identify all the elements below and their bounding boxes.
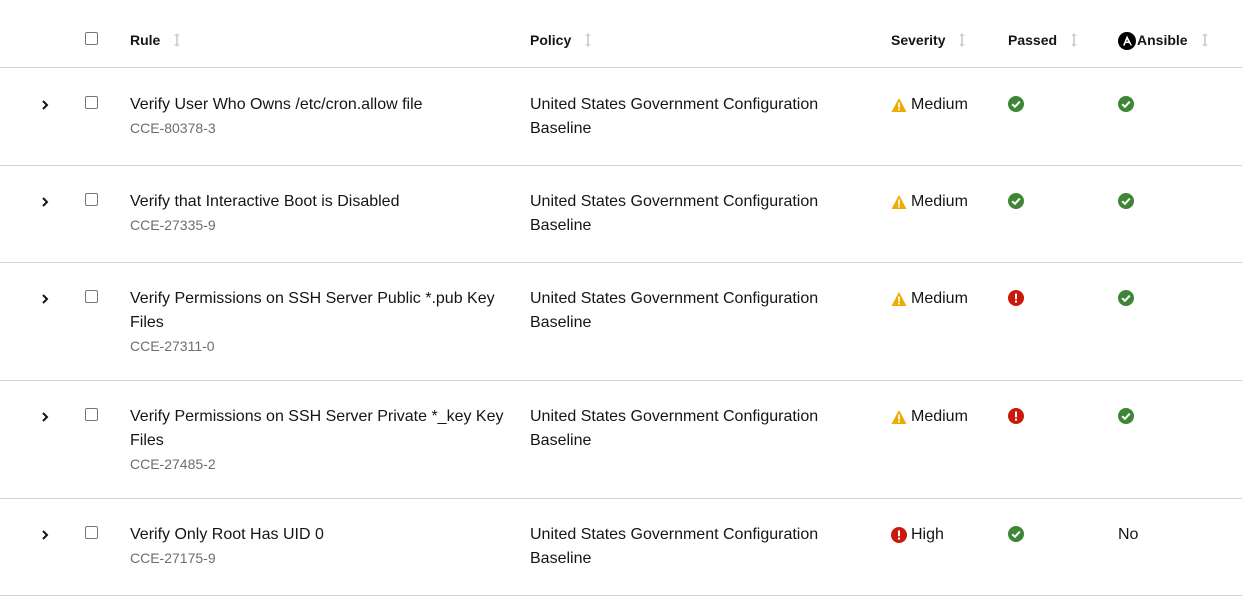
row-checkbox[interactable] (85, 193, 98, 206)
sort-icon[interactable] (172, 32, 182, 48)
policy-name: United States Government Configuration B… (530, 96, 819, 137)
column-header-rule-label: Rule (130, 32, 161, 48)
rule-id: CCE-27311-0 (130, 338, 215, 354)
severity-cell: Medium (891, 405, 968, 429)
column-header-policy-label: Policy (530, 32, 572, 48)
column-header-policy[interactable]: Policy (530, 32, 593, 48)
severity-label: Medium (911, 96, 968, 113)
severity-cell: Medium (891, 287, 968, 311)
severity-cell: Medium (891, 190, 968, 214)
column-header-passed[interactable]: Passed (1008, 32, 1079, 48)
chevron-right-icon[interactable] (39, 292, 51, 304)
chevron-right-icon[interactable] (39, 98, 51, 110)
row-checkbox[interactable] (85, 526, 98, 539)
severity-label: High (911, 526, 944, 543)
policy-name: United States Government Configuration B… (530, 193, 819, 234)
severity-label: Medium (911, 290, 968, 307)
column-header-passed-label: Passed (1008, 32, 1058, 48)
severity-label: Medium (911, 193, 968, 210)
ansible-value: No (1118, 526, 1139, 543)
column-header-rule[interactable]: Rule (130, 32, 182, 48)
warning-triangle-icon (891, 98, 907, 112)
sort-icon[interactable] (1200, 32, 1210, 48)
table-row: Verify Permissions on SSH Server Public … (0, 263, 1242, 381)
policy-name: United States Government Configuration B… (530, 290, 819, 331)
table-row: Verify User Who Owns /etc/cron.allow fil… (0, 68, 1242, 166)
check-circle-icon (1118, 408, 1134, 424)
rule-id: CCE-27335-9 (130, 217, 216, 233)
warning-triangle-icon (891, 292, 907, 306)
row-checkbox[interactable] (85, 408, 98, 421)
column-header-severity[interactable]: Severity (891, 32, 967, 48)
warning-triangle-icon (891, 410, 907, 424)
chevron-right-icon[interactable] (39, 410, 51, 422)
row-checkbox[interactable] (85, 96, 98, 109)
table-row: Verify that Interactive Boot is Disabled… (0, 166, 1242, 263)
policy-name: United States Government Configuration B… (530, 526, 819, 567)
check-circle-icon (1118, 96, 1134, 112)
chevron-right-icon[interactable] (39, 528, 51, 540)
rule-id: CCE-27485-2 (130, 456, 216, 472)
ansible-logo-icon (1118, 32, 1136, 50)
rule-title[interactable]: Verify that Interactive Boot is Disabled (130, 190, 510, 214)
check-circle-icon (1008, 96, 1024, 112)
select-all-checkbox[interactable] (85, 32, 98, 45)
rule-title[interactable]: Verify Permissions on SSH Server Public … (130, 287, 510, 335)
chevron-right-icon[interactable] (39, 195, 51, 207)
rule-title[interactable]: Verify Permissions on SSH Server Private… (130, 405, 510, 453)
column-header-ansible-label: Ansible (1137, 32, 1188, 48)
sort-icon[interactable] (1069, 32, 1079, 48)
table-row: Verify Only Root Has UID 0 CCE-27175-9 U… (0, 499, 1242, 596)
policy-name: United States Government Configuration B… (530, 408, 819, 449)
table-row: Verify Permissions on SSH Server Private… (0, 381, 1242, 499)
check-circle-icon (1118, 290, 1134, 306)
column-header-severity-label: Severity (891, 32, 946, 48)
severity-label: Medium (911, 408, 968, 425)
check-circle-icon (1118, 193, 1134, 209)
table-header: Rule Policy Severity Passed Ansible (0, 0, 1242, 68)
rule-title[interactable]: Verify User Who Owns /etc/cron.allow fil… (130, 93, 510, 117)
rule-title[interactable]: Verify Only Root Has UID 0 (130, 523, 510, 547)
warning-triangle-icon (891, 195, 907, 209)
exclamation-circle-icon (1008, 290, 1024, 306)
exclamation-circle-icon (891, 527, 907, 543)
rule-id: CCE-27175-9 (130, 550, 216, 566)
row-checkbox[interactable] (85, 290, 98, 303)
rule-id: CCE-80378-3 (130, 120, 216, 136)
column-header-ansible[interactable]: Ansible (1118, 32, 1210, 50)
check-circle-icon (1008, 526, 1024, 542)
severity-cell: High (891, 523, 944, 547)
sort-icon[interactable] (583, 32, 593, 48)
severity-cell: Medium (891, 93, 968, 117)
check-circle-icon (1008, 193, 1024, 209)
sort-icon[interactable] (957, 32, 967, 48)
exclamation-circle-icon (1008, 408, 1024, 424)
